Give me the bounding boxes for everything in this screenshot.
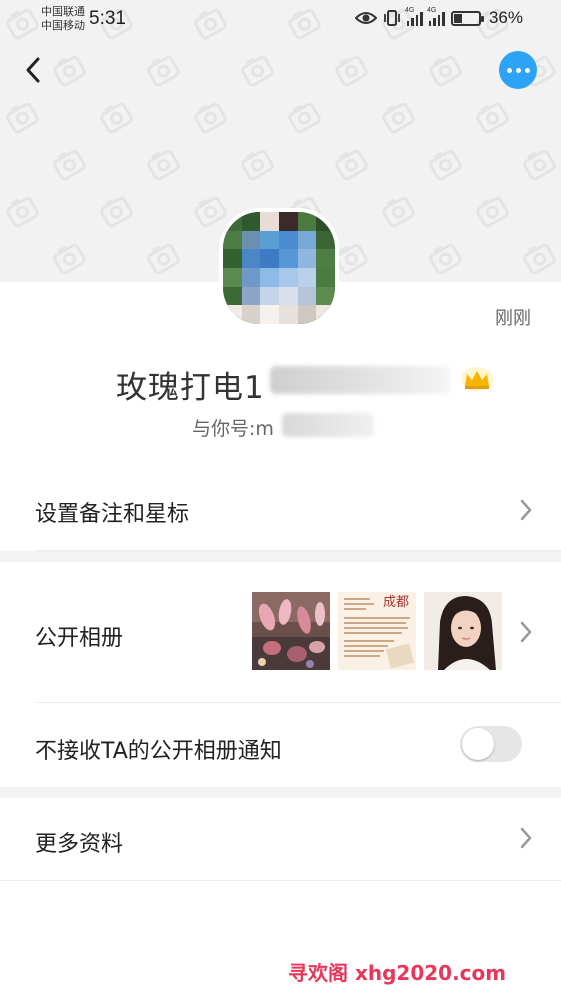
- vibrate-icon: [384, 10, 400, 26]
- chevron-right-icon: [520, 621, 532, 643]
- crown-icon: [461, 367, 493, 391]
- eye-icon: [354, 12, 377, 24]
- divider: [0, 880, 561, 881]
- watermark-text: 寻欢阁 xhg2020.com: [288, 961, 507, 985]
- status-icons: 4G 4G 36%: [354, 7, 523, 28]
- nickname: 玫瑰打电1: [116, 370, 265, 406]
- chevron-left-icon: [26, 57, 40, 83]
- album-thumb-1[interactable]: [252, 592, 330, 670]
- wechat-id: 与你号:m: [192, 418, 274, 440]
- nickname-redaction: [270, 366, 450, 394]
- status-bar: 中国联通 中国移动 5:31 4G 4G 36%: [0, 0, 561, 40]
- signal-icon-2: 4G: [427, 7, 445, 26]
- selfie-photo: [424, 592, 502, 670]
- more-dots-icon: [506, 67, 512, 73]
- carrier-1: 中国联通: [41, 6, 85, 18]
- chevron-right-icon: [520, 499, 532, 521]
- section-gap: [0, 787, 561, 798]
- back-button[interactable]: [18, 52, 50, 88]
- chevron-right-icon: [520, 827, 532, 849]
- last-seen-label: 刚刚: [495, 308, 531, 329]
- public-album-label: 公开相册: [35, 626, 124, 651]
- album-thumb-3[interactable]: [424, 592, 502, 670]
- toggle-knob: [462, 728, 494, 760]
- wechat-id-redaction: [282, 413, 374, 437]
- svg-text:成都: 成都: [383, 595, 409, 610]
- battery-percent: 36%: [488, 8, 523, 27]
- carrier-names: 中国联通 中国移动: [41, 5, 85, 33]
- set-remark-row[interactable]: 设置备注和星标: [0, 470, 561, 550]
- more-options-button[interactable]: [499, 51, 537, 89]
- nail-art-photo: [252, 592, 330, 670]
- carrier-2: 中国移动: [41, 20, 85, 32]
- signal-icon: 4G: [405, 7, 423, 26]
- album-notify-toggle[interactable]: [460, 726, 522, 762]
- album-thumbnails: 成都: [252, 592, 502, 670]
- battery-charging-icon: [450, 10, 484, 26]
- more-info-label: 更多资料: [35, 832, 124, 857]
- status-time: 5:31: [89, 8, 126, 29]
- album-notify-label: 不接收TA的公开相册通知: [35, 739, 282, 764]
- section-gap: [0, 551, 561, 562]
- more-info-row[interactable]: 更多资料: [0, 798, 561, 880]
- text-card-photo: 成都: [338, 592, 416, 670]
- avatar[interactable]: [219, 208, 339, 328]
- avatar-image: [223, 212, 335, 324]
- set-remark-label: 设置备注和星标: [35, 502, 190, 527]
- album-thumb-2[interactable]: 成都: [338, 592, 416, 670]
